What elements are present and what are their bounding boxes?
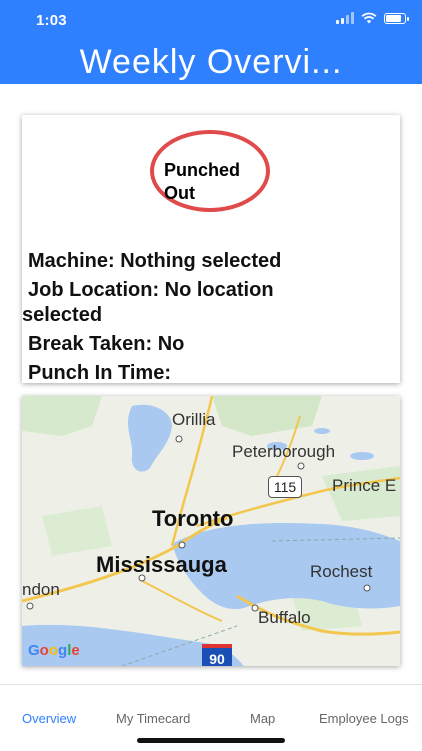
interstate-90-shield-icon: 90 [202,644,232,666]
status-icons [336,12,409,24]
punch-status-card: Punched Out Machine: Nothing selected Jo… [22,115,400,386]
map-label-toronto: Toronto [152,506,234,531]
map-label-rochester: Rochest [310,562,373,581]
tab-my-timecard[interactable]: My Timecard [116,711,190,726]
status-time: 1:03 [36,12,67,29]
punch-in-time-line: Punch In Time: [28,362,171,384]
tab-employee-logs[interactable]: Employee Logs [319,711,409,726]
map-label-prince-edward: Prince E [332,476,397,495]
route-115-shield-icon: 115 [268,476,302,498]
job-location-line: Job Location: No location [28,279,274,301]
wifi-icon [361,12,377,24]
tab-overview[interactable]: Overview [22,711,76,726]
punch-status-indicator[interactable]: Punched Out [150,130,270,212]
map-label-buffalo: Buffalo [258,608,311,627]
job-location-line-continued: selected [22,304,103,326]
map-label-mississauga: Mississauga [96,552,227,577]
map-label-orillia: Orillia [172,410,216,429]
map-label-london: ndon [22,580,60,599]
punch-details: Machine: Nothing selected Job Location: … [22,249,394,386]
status-bar: 1:03 [0,0,422,40]
google-logo[interactable]: Google [28,642,80,659]
machine-line: Machine: Nothing selected [28,250,282,272]
punch-status-label: Punched Out [164,160,241,203]
cellular-signal-icon [336,12,354,24]
app-header: 1:03 Weekly Overvi... [0,0,422,84]
break-taken-line: Break Taken: No [28,333,185,355]
tab-map[interactable]: Map [250,711,275,726]
map-view[interactable]: Orillia Peterborough 115 Prince E Toront… [22,396,400,666]
battery-icon [384,12,409,24]
map-label-peterborough: Peterborough [232,442,336,461]
home-indicator[interactable] [137,738,285,743]
page-title: Weekly Overvi... [79,43,343,81]
